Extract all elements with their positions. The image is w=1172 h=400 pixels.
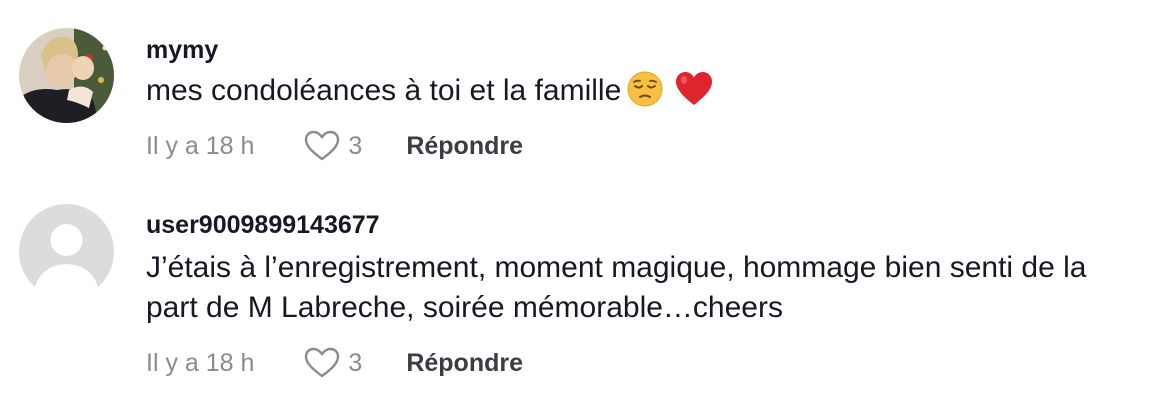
comment-username[interactable]: mymy: [146, 36, 218, 65]
pensive-face-emoji-icon: [627, 71, 663, 118]
user-photo-icon: [19, 28, 114, 123]
comment-text: mes condoléances à toi et la famille: [146, 71, 1146, 118]
comment-username[interactable]: user9009899143677: [146, 211, 380, 240]
avatar[interactable]: [19, 204, 114, 299]
avatar[interactable]: [19, 28, 114, 123]
comment-timestamp: Il y a 18 h: [146, 348, 255, 377]
comment-text: J’étais à l’enregistrement, moment magiq…: [146, 251, 1087, 324]
red-heart-emoji-icon: [675, 71, 713, 118]
comment-timestamp: Il y a 18 h: [146, 131, 255, 160]
like-button[interactable]: 3: [304, 347, 362, 379]
comment-meta: Il y a 18 h 3 Répondre: [146, 343, 523, 383]
comment-text-content: mes condoléances à toi et la famille: [146, 74, 622, 107]
like-count: 3: [348, 131, 363, 160]
reply-button[interactable]: Répondre: [406, 349, 523, 378]
heart-outline-icon: [305, 347, 340, 378]
reply-button[interactable]: Répondre: [406, 132, 523, 161]
heart-outline-icon: [305, 130, 340, 161]
like-button[interactable]: 3: [304, 130, 362, 162]
default-avatar-icon: [19, 204, 114, 299]
like-count: 3: [348, 348, 363, 377]
comment-meta: Il y a 18 h 3 Répondre: [146, 126, 523, 166]
